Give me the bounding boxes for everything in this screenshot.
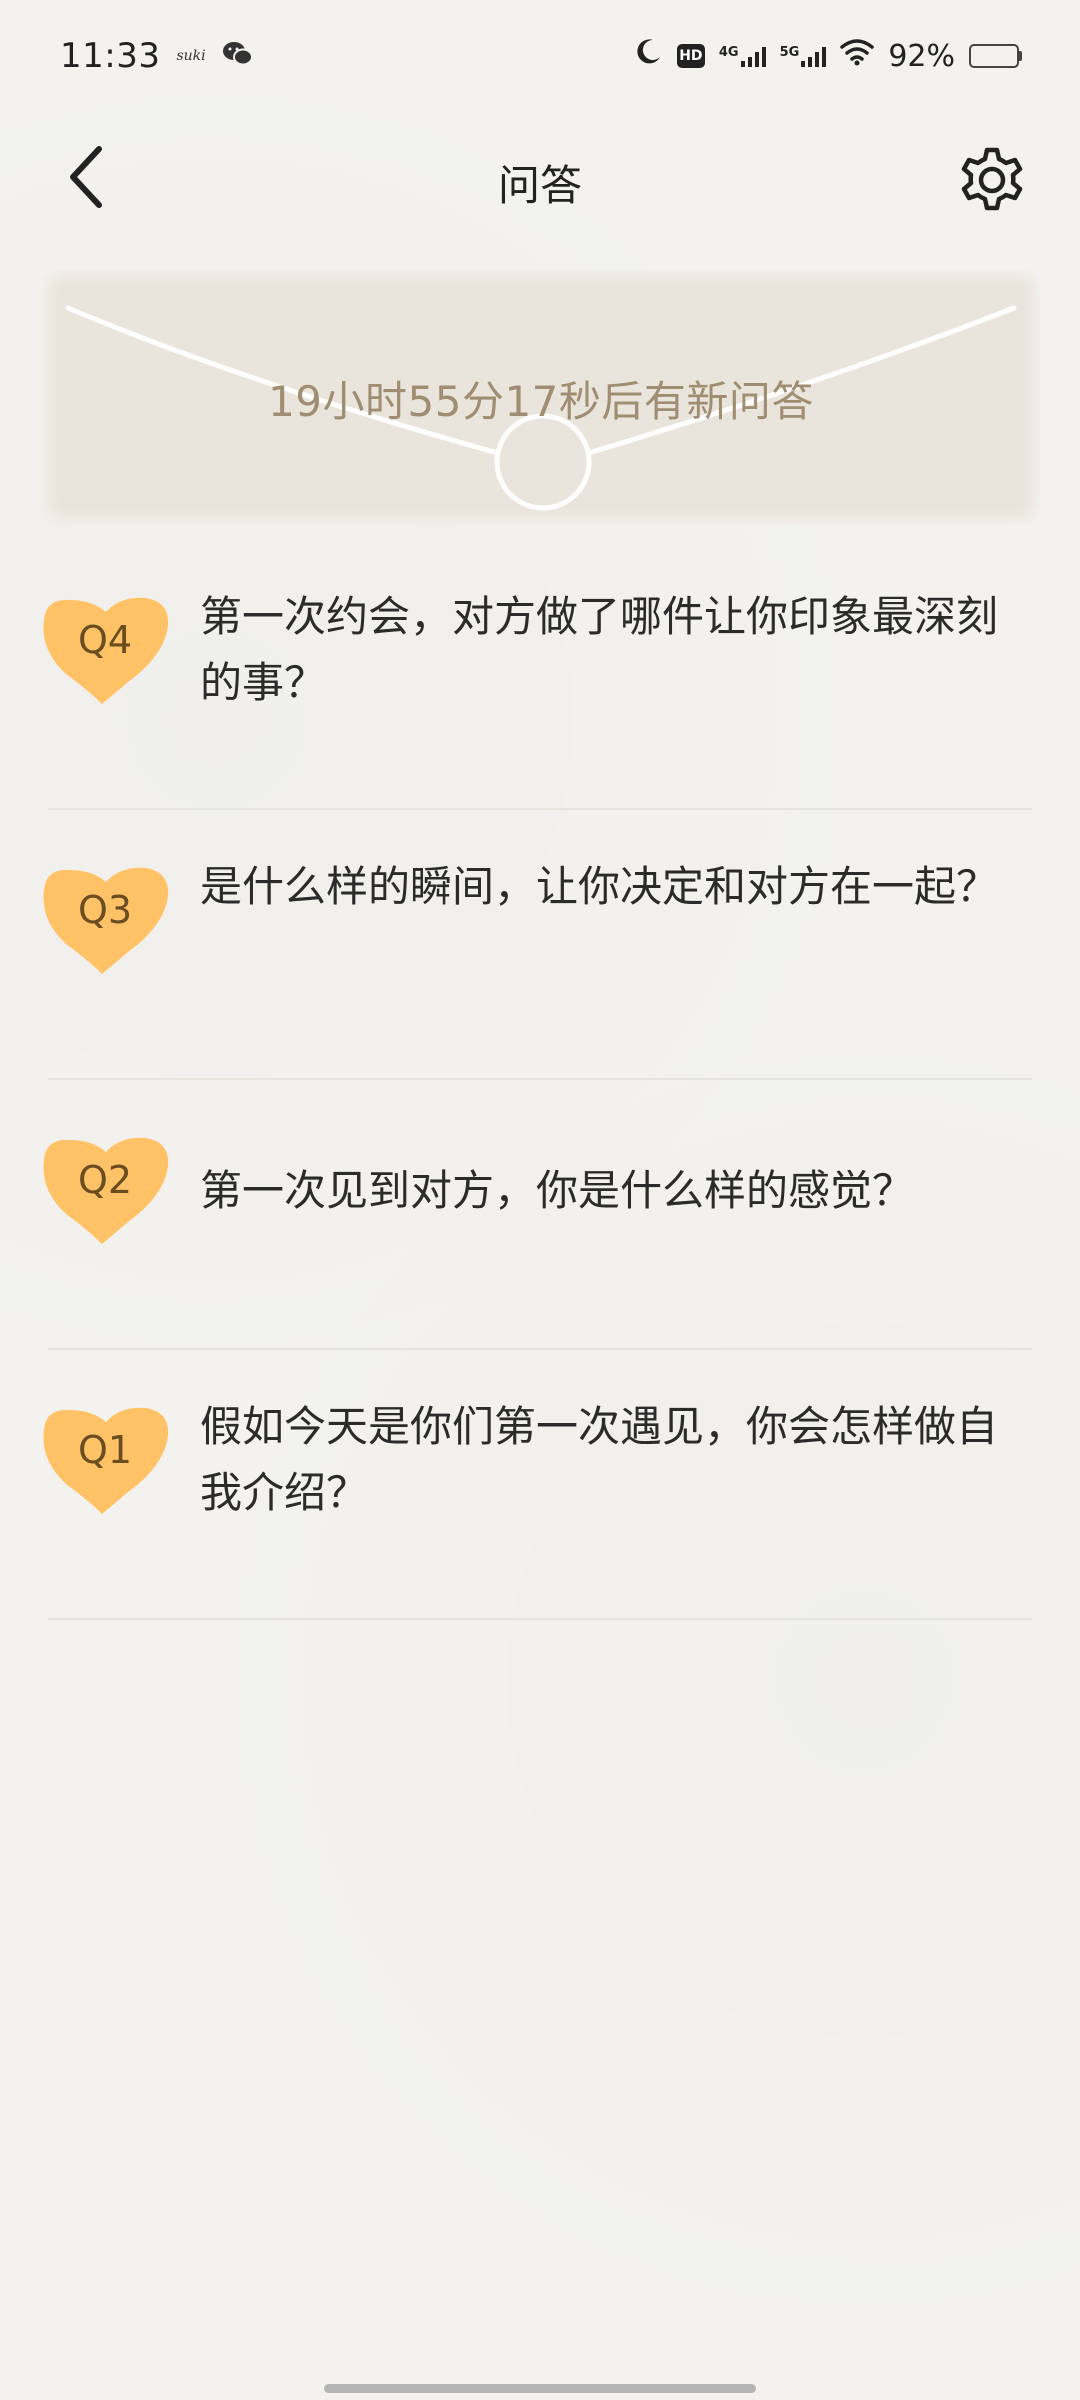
app-tag: suki <box>176 48 206 64</box>
net-5g-label: 5G <box>779 45 800 60</box>
status-bar: 11:33 suki HD 4G 5G 92% <box>0 0 1080 112</box>
question-badge-label: Q4 <box>77 618 133 662</box>
question-text: 假如今天是你们第一次遇见，你会怎样做自我介绍？ <box>200 1402 999 1517</box>
home-indicator[interactable] <box>324 2384 756 2393</box>
question-badge-label: Q1 <box>77 1428 133 1472</box>
countdown-banner: 19小时55分17秒后有新问答 <box>44 272 1038 522</box>
gear-icon <box>961 147 1023 211</box>
question-badge: Q1 <box>36 1400 174 1520</box>
page-title: 问答 <box>497 161 582 210</box>
signal-4g-icon: 4G <box>719 45 766 67</box>
question-item[interactable]: Q2 第一次见到对方，你是什么样的感觉？ <box>0 1080 1080 1350</box>
question-item[interactable]: Q3 是什么样的瞬间，让你决定和对方在一起？ <box>0 810 1080 1080</box>
question-text: 第一次见到对方，你是什么样的感觉？ <box>200 1166 915 1215</box>
question-badge-label: Q3 <box>77 888 133 932</box>
question-text: 是什么样的瞬间，让你决定和对方在一起？ <box>200 862 999 911</box>
question-item[interactable]: Q4 第一次约会，对方做了哪件让你印象最深刻的事？ <box>0 540 1080 810</box>
battery-icon <box>969 44 1022 68</box>
status-time: 11:33 <box>60 36 161 76</box>
net-4g-label: 4G <box>718 45 739 60</box>
question-badge: Q4 <box>36 590 174 710</box>
moon-icon <box>633 37 663 75</box>
signal-5g-icon: 5G <box>780 45 827 67</box>
question-list: Q4 第一次约会，对方做了哪件让你印象最深刻的事？ Q3 是什么样的瞬间，让你决… <box>0 540 1080 1620</box>
wifi-icon <box>840 38 875 74</box>
status-right: HD 4G 5G 92% <box>633 37 1022 75</box>
header: 问答 <box>0 112 1080 242</box>
battery-percent: 92% <box>888 38 955 74</box>
settings-button[interactable] <box>954 142 1030 218</box>
status-left: 11:33 suki <box>60 36 254 76</box>
question-item[interactable]: Q1 假如今天是你们第一次遇见，你会怎样做自我介绍？ <box>0 1350 1080 1620</box>
question-badge: Q3 <box>36 860 174 980</box>
wechat-icon <box>222 40 254 72</box>
question-badge-label: Q2 <box>77 1158 133 1202</box>
question-text: 第一次约会，对方做了哪件让你印象最深刻的事？ <box>200 592 999 707</box>
question-badge: Q2 <box>36 1130 174 1250</box>
hd-badge: HD <box>676 44 705 68</box>
countdown-text: 19小时55分17秒后有新问答 <box>268 377 814 426</box>
